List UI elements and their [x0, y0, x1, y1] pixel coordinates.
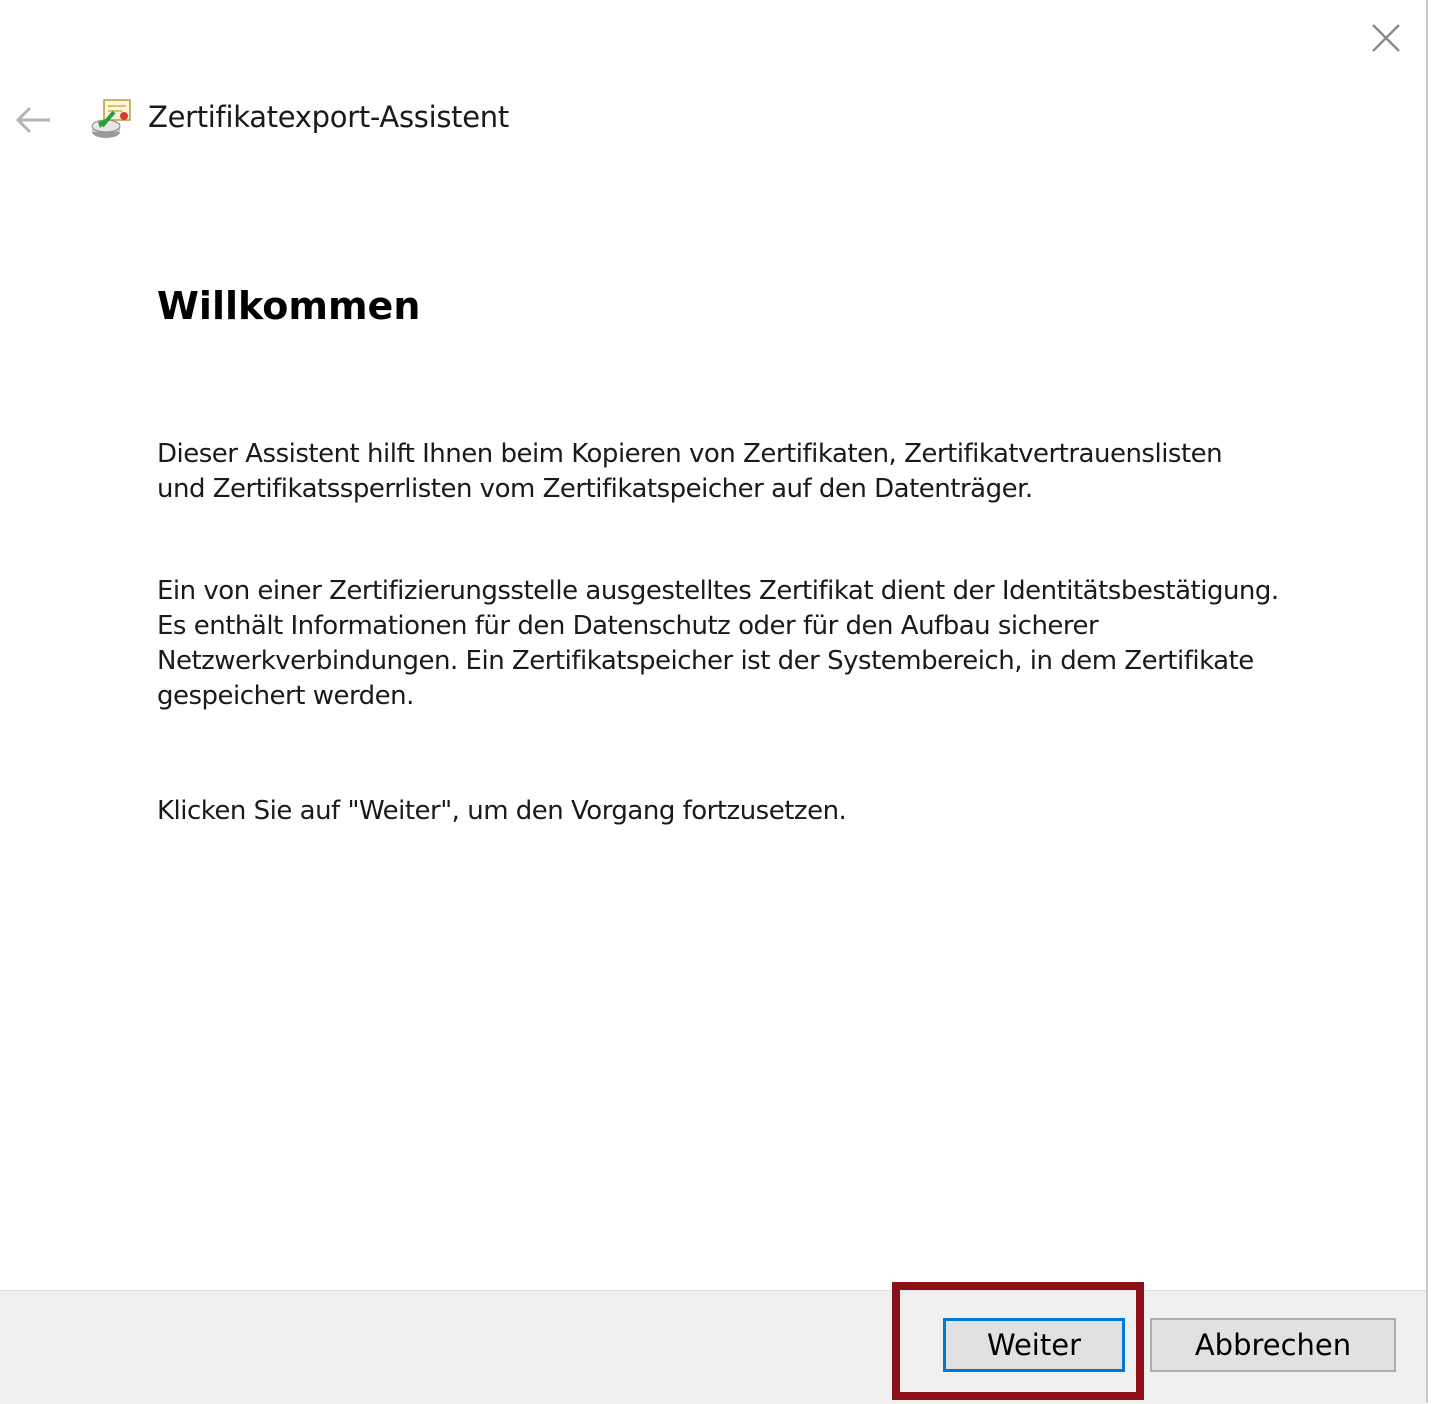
wizard-title: Zertifikatexport-Assistent [148, 100, 509, 134]
info-line: gespeichert werden. [157, 681, 414, 711]
wizard-footer: Weiter Abbrechen [0, 1290, 1426, 1404]
info-line: Es enthält Informationen für den Datensc… [157, 611, 1099, 641]
continue-instruction: Klicken Sie auf "Weiter", um den Vorgang… [157, 794, 1357, 829]
cancel-button[interactable]: Abbrechen [1150, 1318, 1396, 1372]
instruction-line: Klicken Sie auf "Weiter", um den Vorgang… [157, 796, 847, 826]
intro-paragraph: Dieser Assistent hilft Ihnen beim Kopier… [157, 437, 1357, 507]
intro-line: Dieser Assistent hilft Ihnen beim Kopier… [157, 439, 1223, 469]
info-line: Ein von einer Zertifizierungsstelle ausg… [157, 576, 1279, 606]
intro-line: und Zertifikatssperrlisten vom Zertifika… [157, 474, 1033, 504]
close-button[interactable] [1358, 12, 1414, 64]
back-button[interactable] [8, 96, 58, 144]
page-heading: Willkommen [157, 284, 421, 328]
info-line: Netzwerkverbindungen. Ein Zertifikatspei… [157, 646, 1254, 676]
back-arrow-icon [15, 106, 50, 134]
page-edge [1428, 0, 1440, 1403]
wizard-window: Zertifikatexport-Assistent Willkommen Di… [0, 0, 1428, 1404]
next-button[interactable]: Weiter [943, 1318, 1125, 1372]
close-icon [1372, 24, 1400, 52]
certificate-info-paragraph: Ein von einer Zertifizierungsstelle ausg… [157, 574, 1357, 714]
certificate-wizard-icon [88, 96, 136, 144]
